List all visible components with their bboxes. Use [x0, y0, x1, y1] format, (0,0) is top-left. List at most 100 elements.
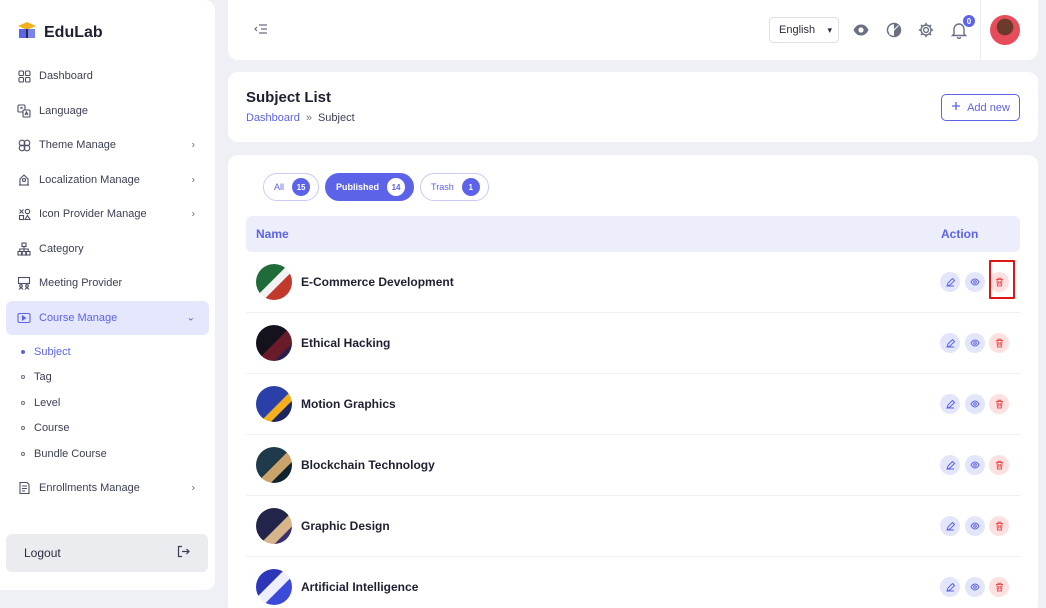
sidebar-item-language[interactable]: Language — [0, 94, 215, 129]
table-row: Artificial Intelligence — [246, 557, 1020, 608]
view-eye-icon[interactable] — [965, 272, 985, 292]
delete-trash-icon[interactable] — [989, 394, 1009, 414]
edit-pencil-icon[interactable] — [940, 272, 960, 292]
delete-trash-icon[interactable] — [989, 516, 1009, 536]
subject-name: Blockchain Technology — [301, 458, 435, 472]
sidebar-item-label: Language — [39, 104, 88, 117]
subject-thumbnail — [256, 508, 292, 544]
settings-gear-icon[interactable] — [917, 21, 935, 39]
tab-all[interactable]: All 15 — [263, 173, 320, 201]
tab-label: Trash — [431, 182, 454, 192]
sidebar-item-label: Enrollments Manage — [39, 481, 140, 494]
brand[interactable]: EduLab — [16, 20, 103, 45]
sidebar-item-category[interactable]: Category — [0, 232, 215, 267]
sidebar-subitem-label: Tag — [34, 371, 52, 384]
shapes-icon — [17, 207, 31, 221]
view-eye-icon[interactable] — [965, 333, 985, 353]
add-new-button[interactable]: Add new — [941, 94, 1020, 121]
sidebar-subitem-level[interactable]: Level — [0, 390, 215, 416]
preview-eye-icon[interactable] — [852, 21, 870, 39]
topbar-divider — [980, 0, 981, 60]
bullet-icon — [21, 349, 25, 354]
sidebar-subitem-subject[interactable]: Subject — [0, 339, 215, 365]
sidebar-item-label: Dashboard — [39, 70, 93, 83]
sidebar-item-icon-provider-manage[interactable]: Icon Provider Manage › — [0, 197, 215, 232]
table-row: Ethical Hacking — [246, 313, 1020, 374]
sidebar-subitem-course[interactable]: Course — [0, 416, 215, 442]
notification-count-badge: 0 — [963, 15, 975, 27]
theme-toggle-icon[interactable] — [885, 21, 903, 39]
subject-name: E-Commerce Development — [301, 275, 454, 289]
logout-button[interactable]: Logout — [6, 534, 208, 572]
sidebar-subitem-bundle-course[interactable]: Bundle Course — [0, 441, 215, 467]
edit-pencil-icon[interactable] — [940, 394, 960, 414]
table-row: E-Commerce Development — [246, 252, 1020, 313]
tab-published[interactable]: Published 14 — [325, 173, 415, 201]
tab-trash[interactable]: Trash 1 — [420, 173, 489, 201]
sidebar-item-label: Course Manage — [39, 311, 118, 324]
delete-trash-icon[interactable] — [989, 577, 1009, 597]
sidebar-subitem-label: Level — [34, 396, 61, 409]
collapse-sidebar-icon[interactable] — [254, 22, 268, 40]
delete-trash-icon[interactable] — [989, 333, 1009, 353]
table-header: Name Action — [246, 216, 1020, 252]
sitemap-icon — [17, 242, 31, 256]
subject-name: Graphic Design — [301, 519, 390, 533]
video-icon — [17, 311, 31, 325]
subject-name: Artificial Intelligence — [301, 580, 419, 594]
breadcrumb-dashboard-link[interactable]: Dashboard — [246, 112, 300, 124]
subject-thumbnail — [256, 569, 292, 605]
subject-thumbnail — [256, 447, 292, 483]
edit-pencil-icon[interactable] — [940, 577, 960, 597]
edit-pencil-icon[interactable] — [940, 455, 960, 475]
column-header-name: Name — [256, 227, 289, 241]
sidebar-item-theme-manage[interactable]: Theme Manage › — [0, 128, 215, 163]
subject-name: Motion Graphics — [301, 397, 396, 411]
delete-trash-icon[interactable] — [989, 272, 1009, 292]
sidebar-subitem-tag[interactable]: Tag — [0, 365, 215, 391]
breadcrumb: Dashboard » Subject — [246, 112, 355, 124]
sidebar-item-enrollments-manage[interactable]: Enrollments Manage › — [0, 471, 215, 506]
breadcrumb-separator: » — [305, 112, 312, 124]
subject-name: Ethical Hacking — [301, 336, 391, 350]
delete-trash-icon[interactable] — [989, 455, 1009, 475]
localization-icon — [17, 173, 31, 187]
edulab-logo-icon — [16, 20, 38, 45]
sidebar-item-course-manage[interactable]: Course Manage ⌄ — [6, 300, 209, 335]
sidebar-item-label: Theme Manage — [39, 139, 117, 152]
tab-count-badge: 15 — [292, 178, 311, 196]
chevron-down-icon: ▾ — [827, 25, 832, 35]
view-eye-icon[interactable] — [965, 516, 985, 536]
sidebar-item-localization-manage[interactable]: Localization Manage › — [0, 163, 215, 198]
table-row: Blockchain Technology — [246, 435, 1020, 496]
edit-pencil-icon[interactable] — [940, 516, 960, 536]
sidebar-subitem-label: Subject — [34, 345, 71, 358]
topbar: English ▾ 0 — [228, 0, 1038, 60]
status-tabs: All 15 Published 14 Trash 1 — [263, 173, 489, 201]
subject-thumbnail — [256, 264, 292, 300]
chevron-right-icon: › — [191, 139, 195, 151]
logout-label: Logout — [24, 546, 61, 560]
chevron-down-icon: ⌄ — [186, 312, 195, 324]
bullet-icon — [21, 375, 25, 380]
grid-icon — [17, 69, 31, 83]
page-title: Subject List — [246, 89, 332, 106]
sidebar-item-meeting-provider[interactable]: Meeting Provider — [0, 266, 215, 301]
meeting-icon — [17, 276, 31, 291]
tab-label: Published — [336, 182, 380, 192]
sidebar-nav: Dashboard Language Theme Manage › Locali… — [0, 59, 215, 505]
view-eye-icon[interactable] — [965, 394, 985, 414]
user-avatar[interactable] — [990, 15, 1020, 45]
sidebar-item-dashboard[interactable]: Dashboard — [0, 59, 215, 94]
chevron-right-icon: › — [191, 482, 195, 494]
view-eye-icon[interactable] — [965, 577, 985, 597]
edit-pencil-icon[interactable] — [940, 333, 960, 353]
add-new-label: Add new — [967, 101, 1010, 114]
view-eye-icon[interactable] — [965, 455, 985, 475]
theme-icon — [17, 138, 31, 152]
table-row: Graphic Design — [246, 496, 1020, 557]
logout-icon — [177, 545, 190, 561]
language-select[interactable]: English ▾ — [769, 17, 839, 43]
sidebar-subitem-label: Course — [34, 422, 70, 435]
sidebar-item-label: Icon Provider Manage — [39, 208, 147, 221]
